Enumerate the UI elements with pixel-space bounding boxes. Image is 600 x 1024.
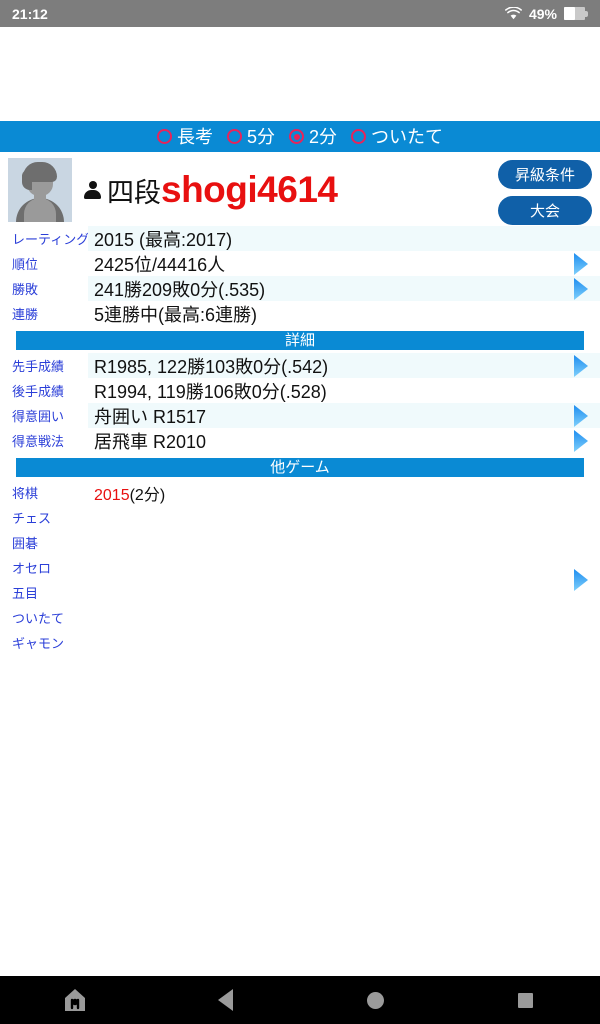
radio-icon[interactable] <box>351 129 367 144</box>
row-value: 241勝209敗0分(.535) <box>88 276 600 301</box>
row-label: 順位 <box>0 251 88 276</box>
row-label: 連勝 <box>0 301 88 326</box>
table-row[interactable]: 順位 2425位/44416人 <box>0 251 600 276</box>
list-item[interactable]: オセロ <box>0 555 600 580</box>
row-label: 勝敗 <box>0 276 88 301</box>
table-row[interactable]: 先手成績 R1985, 122勝103敗0分(.542) <box>0 353 600 378</box>
mode-option-tsuitate[interactable]: ついたて <box>351 128 443 146</box>
chevron-right-icon[interactable] <box>572 429 590 453</box>
battery-percent: 49% <box>528 5 557 22</box>
row-label: レーティング <box>0 226 88 251</box>
row-value: 5連勝中(最高:6連勝) <box>88 301 600 326</box>
list-item[interactable]: ギャモン <box>0 630 600 655</box>
game-label: 将棋 <box>12 486 39 501</box>
game-label: ついたて <box>12 611 65 626</box>
detail-table: 先手成績 R1985, 122勝103敗0分(.542) 後手成績 R1994,… <box>0 353 600 453</box>
game-label: オセロ <box>12 561 52 576</box>
game-label: 五目 <box>12 586 39 601</box>
wifi-icon <box>505 6 522 20</box>
game-label: ギャモン <box>12 636 65 651</box>
mode-option-2min[interactable]: 2分 <box>289 128 337 146</box>
table-row[interactable]: 得意戦法 居飛車 R2010 <box>0 428 600 453</box>
avatar[interactable] <box>8 158 72 222</box>
tournament-button[interactable]: 大会 <box>498 196 592 225</box>
app-home-icon[interactable] <box>0 987 150 1013</box>
row-label: 先手成績 <box>0 353 88 378</box>
game-rating: 2015 <box>94 486 130 504</box>
list-item[interactable]: 五目 <box>0 580 600 605</box>
blank-area <box>0 27 600 121</box>
chevron-right-icon[interactable] <box>572 252 590 276</box>
detail-section-header: 詳細 <box>16 331 584 350</box>
table-row[interactable]: 勝敗 241勝209敗0分(.535) <box>0 276 600 301</box>
game-label: 囲碁 <box>12 536 39 551</box>
row-label: 得意囲い <box>0 403 88 428</box>
table-row[interactable]: 得意囲い 舟囲い R1517 <box>0 403 600 428</box>
game-mode-suffix: (2分) <box>129 486 166 504</box>
game-mode-bar: 長考 5分 2分 ついたて <box>0 121 600 152</box>
row-value: 居飛車 R2010 <box>88 428 600 453</box>
row-label: 後手成績 <box>0 378 88 403</box>
status-indicators: 49% <box>505 6 588 22</box>
chevron-right-icon[interactable] <box>572 354 590 378</box>
chevron-right-icon[interactable] <box>572 404 590 428</box>
battery-icon <box>564 7 588 20</box>
table-row[interactable]: 連勝 5連勝中(最高:6連勝) <box>0 301 600 326</box>
status-time: 21:12 <box>12 5 48 22</box>
stats-table: レーティング 2015 (最高:2017) 順位 2425位/44416人 勝敗… <box>0 226 600 326</box>
mode-option-chouko[interactable]: 長考 <box>156 126 213 147</box>
mode-option-label: 長考 <box>176 126 213 147</box>
row-value: R1985, 122勝103敗0分(.542) <box>88 353 600 378</box>
list-item[interactable]: チェス <box>0 505 600 530</box>
player-identity: 四段 shogi4614 <box>84 158 338 222</box>
table-row[interactable]: レーティング 2015 (最高:2017) <box>0 226 600 251</box>
profile-header: 四段 shogi4614 昇級条件 大会 <box>0 152 600 226</box>
row-value: 2425位/44416人 <box>88 251 600 276</box>
back-icon[interactable] <box>150 989 300 1011</box>
header-buttons: 昇級条件 大会 <box>498 160 592 225</box>
game-label: チェス <box>12 511 52 526</box>
player-rank: 四段 <box>107 177 161 208</box>
row-value: R1994, 119勝106敗0分(.528) <box>88 378 600 403</box>
app-screen: 21:12 49% 長考 5分 2分 ついたて 四段 shogi4614 昇級条… <box>0 0 600 1024</box>
system-navigation-bar <box>0 976 600 1024</box>
list-item[interactable]: 囲碁 <box>0 530 600 555</box>
list-item[interactable]: 将棋 2015(2分) <box>0 480 600 505</box>
other-games-section-header: 他ゲーム <box>16 458 584 477</box>
radio-icon[interactable] <box>226 129 242 144</box>
list-item[interactable]: ついたて <box>0 605 600 630</box>
row-value: 舟囲い R1517 <box>88 403 600 428</box>
row-label: 得意戦法 <box>0 428 88 453</box>
promotion-requirements-button[interactable]: 昇級条件 <box>498 160 592 189</box>
radio-selected-icon[interactable] <box>289 129 304 144</box>
mode-option-label: 5分 <box>246 126 275 147</box>
other-games-list: 将棋 2015(2分) チェス 囲碁 オセロ 五目 ついたて ギャモン <box>0 480 600 655</box>
row-value: 2015 (最高:2017) <box>88 226 600 251</box>
mode-option-5min[interactable]: 5分 <box>226 126 275 147</box>
home-icon[interactable] <box>300 991 450 1009</box>
game-value: 2015(2分) <box>88 481 165 505</box>
status-bar: 21:12 49% <box>0 0 600 27</box>
person-icon <box>84 179 101 201</box>
table-row[interactable]: 後手成績 R1994, 119勝106敗0分(.528) <box>0 378 600 403</box>
recents-icon[interactable] <box>450 992 600 1008</box>
player-username: shogi4614 <box>161 169 338 210</box>
mode-option-label: 2分 <box>309 126 338 147</box>
chevron-right-icon[interactable] <box>572 568 590 592</box>
chevron-right-icon[interactable] <box>572 277 590 301</box>
mode-option-label: ついたて <box>371 126 444 147</box>
radio-icon[interactable] <box>156 129 172 144</box>
